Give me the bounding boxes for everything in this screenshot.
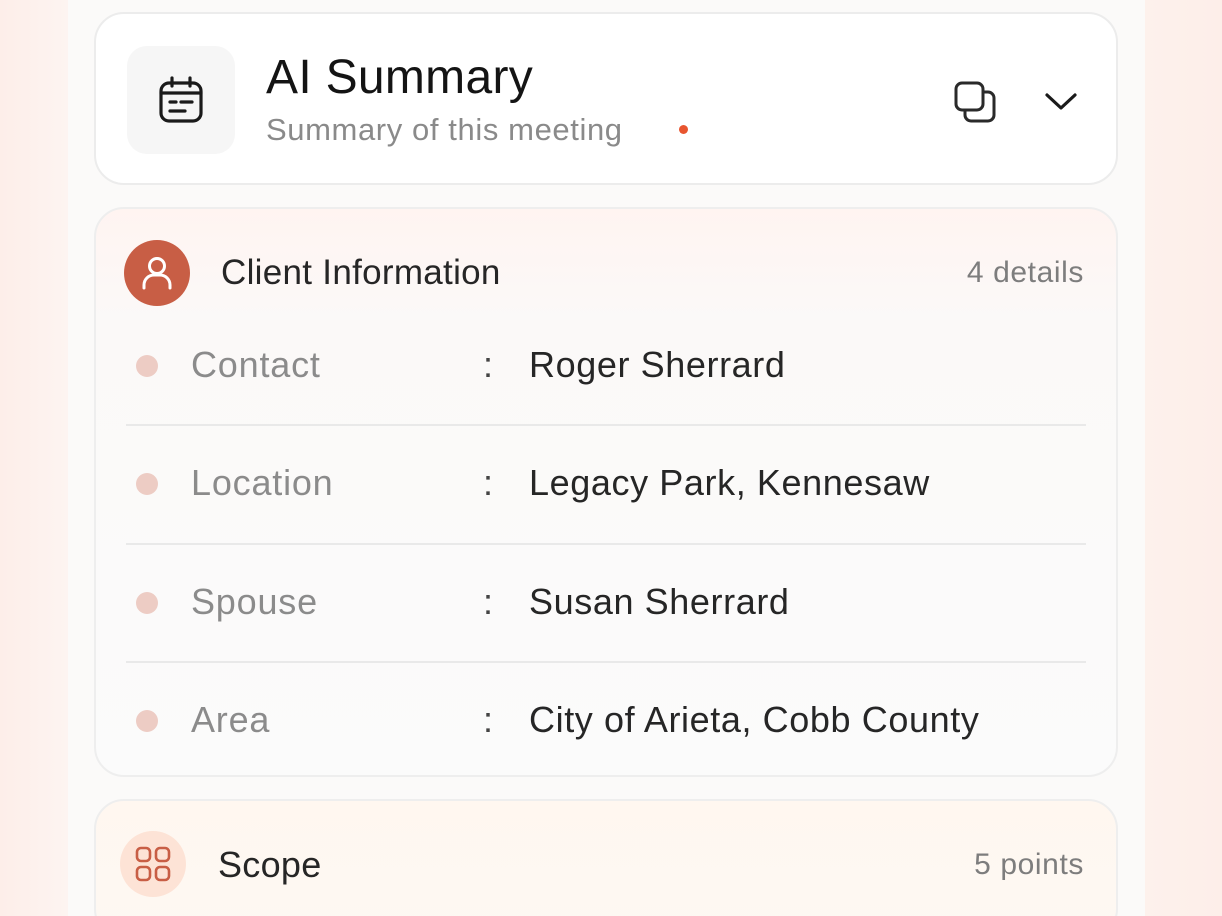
detail-row-spouse: Spouse : Susan Sherrard [126,543,1086,661]
detail-separator: : [483,344,494,386]
points-count: 5 points [974,848,1084,881]
detail-separator: : [483,462,494,504]
detail-value: City of Arieta, Cobb County [529,699,980,741]
copy-icon [954,81,996,123]
page-title: AI Summary [266,51,534,104]
bullet-dot [136,473,158,495]
chevron-down-icon [1045,93,1077,110]
detail-row-area: Area : City of Arieta, Cobb County [126,661,1086,779]
scope-card[interactable]: Scope 5 points [94,799,1118,916]
detail-separator: : [483,581,494,623]
detail-label: Contact [191,344,321,386]
detail-row-location: Location : Legacy Park, Kennesaw [126,424,1086,542]
ai-summary-header-card: AI Summary Summary of this meeting [94,12,1118,185]
collapse-button[interactable] [1041,84,1081,120]
detail-row-contact: Contact : Roger Sherrard [126,307,1086,425]
calendar-notes-icon [127,46,235,154]
detail-value: Susan Sherrard [529,581,790,623]
status-indicator-dot [679,125,688,134]
detail-label: Spouse [191,581,318,623]
page-subtitle: Summary of this meeting [266,112,623,147]
bullet-dot [136,710,158,732]
detail-value: Legacy Park, Kennesaw [529,462,930,504]
details-count: 4 details [966,256,1084,289]
section-title: Scope [218,844,322,885]
page: AI Summary Summary of this meeting Clien… [0,0,1222,916]
grid-icon [120,831,186,897]
detail-separator: : [483,699,494,741]
bullet-dot [136,592,158,614]
detail-label: Area [191,699,271,741]
section-title: Client Information [221,253,501,292]
detail-value: Roger Sherrard [529,344,786,386]
bullet-dot [136,355,158,377]
client-information-card: Client Information 4 details Contact : R… [94,207,1118,777]
detail-label: Location [191,462,334,504]
copy-button[interactable] [953,80,997,124]
user-icon [124,240,190,306]
